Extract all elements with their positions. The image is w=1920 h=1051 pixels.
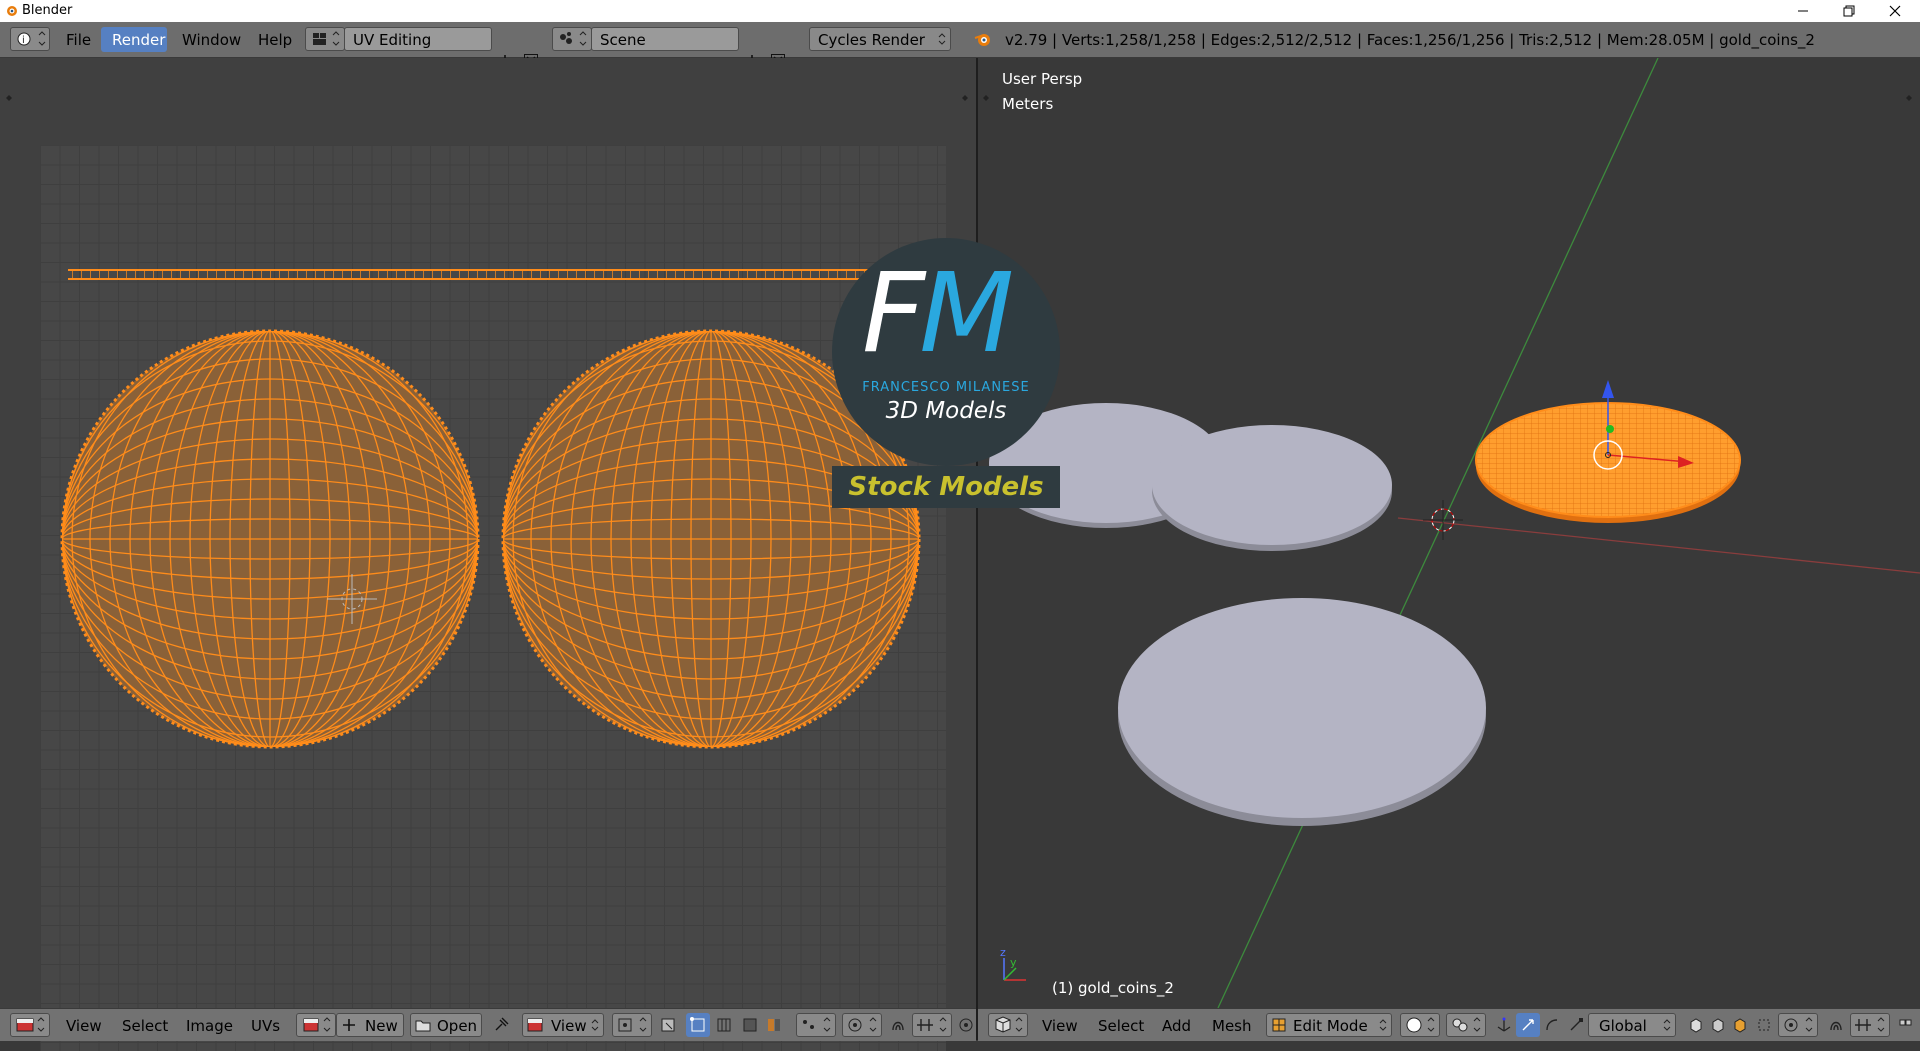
scene-field[interactable]: Scene bbox=[591, 27, 739, 51]
logo-author: FRANCESCO MILANESE bbox=[862, 380, 1030, 395]
viewport-scene[interactable]: z y bbox=[978, 58, 1920, 1008]
proportional-edit-dropdown[interactable] bbox=[842, 1013, 882, 1037]
transform-orientation-dropdown[interactable]: Global bbox=[1588, 1013, 1676, 1037]
menu-window[interactable]: Window bbox=[182, 31, 241, 49]
logo-subtitle: 3D Models bbox=[885, 398, 1007, 424]
window-title: Blender bbox=[22, 3, 73, 18]
manipulator-toggle-icon[interactable] bbox=[1492, 1013, 1516, 1037]
svg-text:z: z bbox=[1000, 946, 1006, 959]
viewport-shading-dropdown[interactable] bbox=[1400, 1013, 1440, 1037]
view3d-menu-add[interactable]: Add bbox=[1162, 1017, 1191, 1035]
vertex-mode-icon[interactable] bbox=[1684, 1013, 1708, 1037]
window-titlebar: Blender bbox=[0, 0, 1920, 22]
logo-fm-text: FM bbox=[862, 249, 1014, 377]
proportional-edit-3d-dropdown[interactable] bbox=[1778, 1013, 1818, 1037]
editor-type-uv-button[interactable] bbox=[10, 1013, 50, 1037]
snap-element-3d-dropdown[interactable] bbox=[1850, 1013, 1890, 1037]
image-browse-button[interactable] bbox=[296, 1013, 336, 1037]
minimize-button[interactable] bbox=[1780, 0, 1826, 22]
3d-view-header: View Select Add Mesh Edit Mode Global bbox=[978, 1008, 1920, 1041]
image-icon bbox=[527, 1018, 543, 1032]
open-image-button[interactable]: Open bbox=[410, 1013, 482, 1037]
scene-statistics: v2.79 | Verts:1,258/1,258 | Edges:2,512/… bbox=[1005, 31, 1815, 49]
screen-layout-icon-button[interactable] bbox=[305, 27, 345, 51]
layers-icon[interactable] bbox=[1894, 1013, 1918, 1037]
sync-selection-icon[interactable] bbox=[656, 1013, 680, 1037]
uv-view-mode-dropdown[interactable]: View bbox=[522, 1013, 604, 1037]
blender-logo-icon bbox=[4, 4, 18, 22]
menu-render[interactable]: Render bbox=[112, 31, 165, 49]
screen-layout-field[interactable]: UV Editing bbox=[344, 27, 492, 51]
scopes-icon[interactable] bbox=[956, 1013, 976, 1037]
pivot-point-3d-dropdown[interactable] bbox=[1446, 1013, 1486, 1037]
uv-disc-island-1[interactable] bbox=[60, 328, 480, 749]
orientation-label: Global bbox=[1599, 1017, 1647, 1035]
editor-type-3dview-button[interactable] bbox=[988, 1013, 1028, 1037]
plus-icon bbox=[343, 1019, 355, 1031]
rotate-manipulator-icon[interactable] bbox=[1540, 1013, 1564, 1037]
pivot-point-dropdown[interactable] bbox=[612, 1013, 652, 1037]
blender-version-icon bbox=[973, 30, 993, 50]
limit-selection-icon[interactable] bbox=[1752, 1013, 1776, 1037]
uv-island-layout[interactable] bbox=[0, 58, 976, 1008]
uv-edge-strip[interactable] bbox=[68, 269, 868, 280]
edge-mode-icon[interactable] bbox=[1706, 1013, 1730, 1037]
close-window-button[interactable] bbox=[1872, 0, 1918, 22]
menu-file[interactable]: File bbox=[66, 31, 91, 49]
edge-select-icon[interactable] bbox=[712, 1013, 736, 1037]
coin-mesh-2[interactable] bbox=[1152, 425, 1392, 551]
3d-cursor-icon bbox=[1423, 500, 1463, 540]
view3d-menu-mesh[interactable]: Mesh bbox=[1212, 1017, 1252, 1035]
watermark-banner: Stock Models bbox=[832, 466, 1060, 508]
snap-element-dropdown[interactable] bbox=[912, 1013, 952, 1037]
uv-editor-header: View Select Image UVs New Open View bbox=[0, 1008, 976, 1041]
edit-mode-icon bbox=[1272, 1018, 1286, 1032]
x-axis-line bbox=[1397, 517, 1920, 574]
view3d-menu-view[interactable]: View bbox=[1042, 1017, 1078, 1035]
view-mode-label: View bbox=[551, 1017, 587, 1035]
watermark-banner-text: Stock Models bbox=[848, 472, 1044, 502]
axis-gizmo-icon: z y bbox=[1000, 946, 1026, 981]
island-select-icon[interactable] bbox=[762, 1013, 786, 1037]
uv-menu-select[interactable]: Select bbox=[122, 1017, 168, 1035]
svg-text:y: y bbox=[1010, 956, 1017, 969]
vertex-select-icon[interactable] bbox=[686, 1013, 710, 1037]
translate-manipulator-icon[interactable] bbox=[1516, 1013, 1540, 1037]
watermark-logo: FM FRANCESCO MILANESE 3D Models bbox=[832, 238, 1060, 466]
pin-icon[interactable] bbox=[489, 1013, 513, 1037]
view3d-menu-select[interactable]: Select bbox=[1098, 1017, 1144, 1035]
render-engine-label: Cycles Render bbox=[818, 31, 925, 49]
editor-type-info-button[interactable]: i bbox=[10, 27, 50, 51]
scene-icon-button[interactable] bbox=[552, 27, 592, 51]
3d-viewport-area[interactable]: User Persp Meters z y (1) gold_coins_2 bbox=[978, 58, 1920, 1008]
uv-menu-uvs[interactable]: UVs bbox=[251, 1017, 280, 1035]
mode-label: Edit Mode bbox=[1293, 1017, 1368, 1035]
new-image-button[interactable]: New bbox=[336, 1013, 404, 1037]
render-engine-dropdown[interactable]: Cycles Render bbox=[809, 27, 951, 51]
open-label: Open bbox=[437, 1017, 478, 1035]
interaction-mode-dropdown[interactable]: Edit Mode bbox=[1266, 1013, 1392, 1037]
sticky-selection-dropdown[interactable] bbox=[796, 1013, 836, 1037]
restore-button[interactable] bbox=[1826, 0, 1872, 22]
face-mode-icon[interactable] bbox=[1728, 1013, 1752, 1037]
active-object-label: (1) gold_coins_2 bbox=[1052, 979, 1174, 997]
uv-editor-area[interactable] bbox=[0, 58, 976, 1051]
folder-icon bbox=[415, 1020, 431, 1032]
snap-icon[interactable] bbox=[886, 1013, 910, 1037]
uv-menu-image[interactable]: Image bbox=[186, 1017, 233, 1035]
menu-help[interactable]: Help bbox=[258, 31, 292, 49]
uv-menu-view[interactable]: View bbox=[66, 1017, 102, 1035]
scale-manipulator-icon[interactable] bbox=[1564, 1013, 1588, 1037]
coin-mesh-3[interactable] bbox=[1118, 598, 1486, 826]
svg-text:i: i bbox=[22, 35, 25, 46]
info-header: i File Render Window Help UV Editing Sce… bbox=[0, 22, 1920, 68]
new-label: New bbox=[365, 1017, 398, 1035]
face-select-icon[interactable] bbox=[738, 1013, 762, 1037]
snap-3d-icon[interactable] bbox=[1824, 1013, 1848, 1037]
